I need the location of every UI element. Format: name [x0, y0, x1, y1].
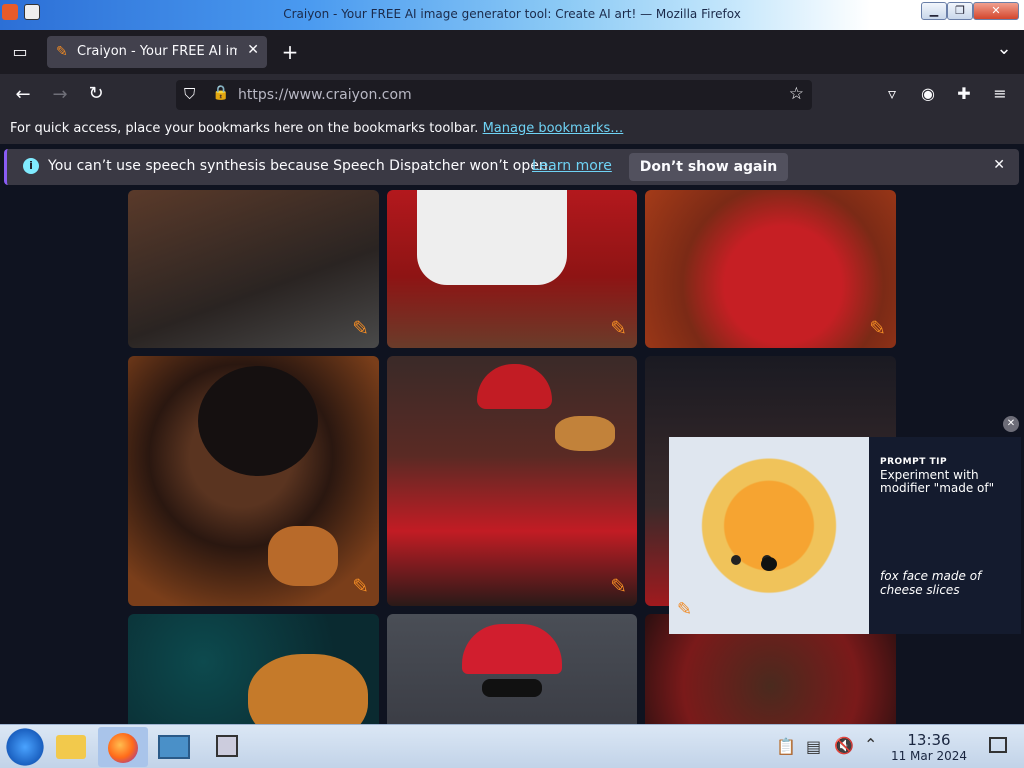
reload-button[interactable]: ↻ [85, 83, 107, 104]
tab-bar: ▭ ✎ Craiyon - Your FREE AI image generat… [0, 30, 1024, 74]
forward-button[interactable]: → [49, 84, 71, 105]
edit-image-icon[interactable]: ✎ [610, 574, 627, 598]
list-all-tabs-icon[interactable]: ⌄ [994, 38, 1014, 59]
manage-bookmarks-link[interactable]: Manage bookmarks… [483, 121, 624, 136]
window-title: Craiyon - Your FREE AI image generator t… [283, 7, 741, 21]
volume-muted-icon[interactable]: 🔇 [834, 736, 854, 755]
firefox-taskbar-icon[interactable] [98, 727, 148, 767]
result-image[interactable] [128, 614, 379, 724]
speech-notification-bar: i You can’t use speech synthesis because… [4, 149, 1019, 185]
notification-message: You can’t use speech synthesis because S… [48, 158, 553, 174]
clock[interactable]: 13:36 11 Mar 2024 [885, 731, 973, 763]
prompt-tip-ad[interactable]: ✎ PROMPT TIP Experiment with modifier "m… [669, 437, 1021, 634]
edit-image-icon[interactable]: ✎ [869, 316, 886, 340]
result-image[interactable]: ✎ [128, 356, 379, 606]
edit-image-icon[interactable]: ✎ [610, 316, 627, 340]
dont-show-again-button[interactable]: Don’t show again [629, 153, 788, 181]
show-desktop-icon[interactable] [989, 737, 1007, 753]
tab-label: Craiyon - Your FREE AI image generator t… [77, 44, 237, 59]
system-monitor-icon[interactable] [152, 727, 198, 767]
file-manager-icon[interactable] [48, 727, 94, 767]
result-image[interactable]: ✎ [387, 190, 637, 348]
fox-cheese-image: ✎ [669, 437, 869, 634]
result-image[interactable] [387, 614, 637, 724]
learn-more-link[interactable]: Learn more [532, 158, 612, 174]
window-titlebar: Craiyon - Your FREE AI image generator t… [0, 0, 1024, 30]
result-image[interactable]: ✎ [645, 190, 896, 348]
prompt-tip-caption: fox face made of cheese slices [880, 569, 982, 597]
new-tab-button[interactable]: + [280, 40, 300, 64]
view-recent-icon[interactable]: ▭ [10, 42, 30, 61]
bookmarks-message: For quick access, place your bookmarks h… [10, 121, 479, 136]
craiyon-pencil-icon: ✎ [677, 599, 693, 620]
clock-date: 11 Mar 2024 [890, 749, 968, 763]
lock-icon[interactable]: 🔒 [212, 85, 229, 101]
edit-image-icon[interactable]: ✎ [352, 574, 369, 598]
clipboard-icon[interactable]: 📋 [776, 737, 796, 756]
craiyon-favicon-icon: ✎ [56, 44, 68, 60]
info-icon: i [23, 158, 39, 174]
close-notification-icon[interactable]: ✕ [993, 157, 1005, 173]
bookmarks-toolbar: For quick access, place your bookmarks h… [0, 116, 1024, 144]
url-bar[interactable]: ⛉ 🔒 https://www.craiyon.com ☆ [176, 80, 812, 110]
shield-icon[interactable]: ⛉ [184, 85, 195, 103]
taskbar: 📋 ▤ 🔇 ⌃ 13:36 11 Mar 2024 [0, 724, 1024, 768]
url-text[interactable]: https://www.craiyon.com [238, 87, 412, 103]
maximize-button[interactable]: ❐ [947, 2, 973, 20]
result-image[interactable]: ✎ [387, 356, 637, 606]
close-window-button[interactable]: ✕ [973, 2, 1019, 20]
battery-icon[interactable]: ▤ [806, 737, 821, 756]
window-switcher-icon[interactable] [204, 727, 250, 767]
prompt-tip-text: Experiment with modifier "made of" [880, 468, 995, 495]
clock-time: 13:36 [907, 731, 951, 749]
chevron-up-icon[interactable]: ⌃ [864, 735, 877, 754]
prompt-tip-label: PROMPT TIP [880, 457, 948, 467]
bookmark-star-icon[interactable]: ☆ [789, 84, 804, 104]
close-ad-icon[interactable]: ✕ [1003, 416, 1019, 432]
start-menu-icon[interactable] [2, 727, 48, 767]
pocket-icon[interactable]: ▿ [882, 84, 902, 103]
account-icon[interactable]: ◉ [918, 84, 938, 103]
result-image[interactable]: ✎ [128, 190, 379, 348]
minimize-button[interactable]: ▁ [921, 2, 947, 20]
back-button[interactable]: ← [12, 84, 34, 105]
extensions-icon[interactable]: ✚ [954, 84, 974, 103]
edit-image-icon[interactable]: ✎ [352, 316, 369, 340]
tab-craiyon[interactable]: ✎ Craiyon - Your FREE AI image generator… [47, 36, 267, 68]
navigation-bar: ← → ↻ ⛉ 🔒 https://www.craiyon.com ☆ ▿ ◉ … [0, 74, 1024, 116]
menu-icon[interactable]: ≡ [990, 84, 1010, 103]
close-tab-icon[interactable]: ✕ [247, 42, 259, 58]
